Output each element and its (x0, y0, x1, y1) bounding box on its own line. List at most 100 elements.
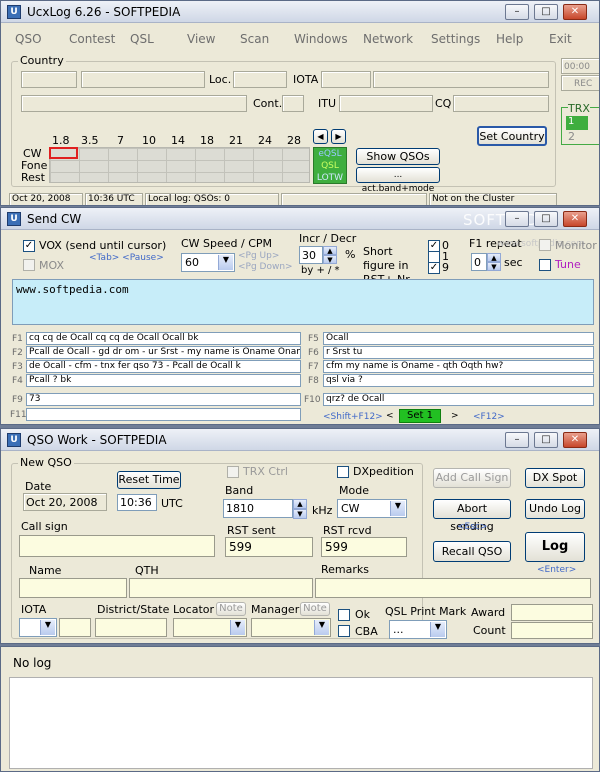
callsign-field[interactable] (19, 535, 215, 557)
band-up-button[interactable]: ▲ (293, 499, 307, 509)
f9-macro-field[interactable]: 73 (26, 393, 301, 406)
f1-repeat-down-button[interactable]: ▼ (487, 262, 501, 271)
f10-macro-field[interactable]: qrz? de Ocall (323, 393, 594, 406)
macro-set-indicator[interactable]: Set 1 (399, 409, 441, 423)
trx-ctrl-checkbox[interactable] (227, 466, 239, 478)
menu-qsl[interactable]: QSL (130, 32, 154, 46)
menu-windows[interactable]: Windows (294, 32, 348, 46)
mox-checkbox[interactable] (23, 259, 35, 271)
chevron-down-icon[interactable]: ▼ (218, 255, 233, 270)
send-cw-titlebar[interactable]: U Send CW SOFTPEDIA – □ ✕ (1, 208, 599, 230)
time-field[interactable]: 10:36 (117, 494, 157, 511)
menu-scan[interactable]: Scan (240, 32, 269, 46)
f3-macro-field[interactable]: de Ocall - cfm - tnx fer qso 73 - Pcall … (26, 360, 301, 373)
main-titlebar[interactable]: U UcxLog 6.26 - SOFTPEDIA – □ ✕ (1, 1, 599, 23)
send-cw-maximize-button[interactable]: □ (534, 211, 558, 227)
maximize-button[interactable]: □ (534, 4, 558, 20)
band-field[interactable]: 1810 (223, 499, 293, 518)
dx-spot-button[interactable]: DX Spot (525, 468, 585, 488)
undo-log-button[interactable]: Undo Log (525, 499, 585, 519)
incr-up-button[interactable]: ▲ (323, 246, 337, 255)
cw-text-area[interactable]: www.softpedia.com (12, 279, 594, 325)
iota-select[interactable]: ▼ (19, 618, 57, 637)
chevron-down-icon[interactable]: ▼ (390, 501, 405, 516)
next-band-button[interactable]: ▶ (331, 129, 346, 144)
rec-button[interactable]: REC (561, 75, 599, 91)
f7-macro-field[interactable]: cfm my name is Oname - qth Oqth hw? (323, 360, 594, 373)
incr-decr-field[interactable]: 30 (299, 246, 323, 264)
close-button[interactable]: ✕ (563, 4, 587, 20)
set-country-button[interactable]: Set Country (477, 126, 547, 146)
menu-network[interactable]: Network (363, 32, 413, 46)
manager-note-button[interactable]: Note (300, 602, 330, 616)
log-window-header: No log (1, 647, 599, 677)
ok-checkbox[interactable] (338, 609, 350, 621)
rst-sent-field[interactable]: 599 (225, 537, 313, 557)
locator-note-button[interactable]: Note (216, 602, 246, 616)
qso-work-close-button[interactable]: ✕ (563, 432, 587, 448)
f1-macro-field[interactable]: cq cq de Ocall cq cq de Ocall Ocall bk (26, 332, 301, 345)
qso-work-minimize-button[interactable]: – (505, 432, 529, 448)
add-call-sign-button[interactable]: Add Call Sign (433, 468, 511, 488)
prev-band-button[interactable]: ◀ (313, 129, 328, 144)
menu-qso[interactable]: QSO (15, 32, 42, 46)
f2-macro-field[interactable]: Pcall de Ocall - gd dr om - ur Srst - my… (26, 346, 301, 359)
menu-exit[interactable]: Exit (549, 32, 572, 46)
district-state-field[interactable] (95, 618, 167, 637)
remarks-field[interactable] (315, 578, 591, 598)
log-button[interactable]: Log (525, 532, 585, 562)
f1-repeat-up-button[interactable]: ▲ (487, 253, 501, 262)
name-field[interactable] (19, 578, 127, 598)
monitor-checkbox[interactable] (539, 239, 551, 251)
set-next-arrow[interactable]: > (451, 411, 459, 421)
send-cw-close-button[interactable]: ✕ (563, 211, 587, 227)
band-3-5-label: 3.5 (81, 134, 99, 147)
f11-macro-field[interactable] (26, 408, 301, 421)
minimize-button[interactable]: – (505, 4, 529, 20)
menu-view[interactable]: View (187, 32, 215, 46)
send-cw-minimize-button[interactable]: – (505, 211, 529, 227)
menu-help[interactable]: Help (496, 32, 523, 46)
vox-checkbox[interactable]: ✓ (23, 240, 35, 252)
f4-macro-field[interactable]: Pcall ? bk (26, 374, 301, 387)
count-field[interactable] (511, 622, 593, 639)
iota-number-field[interactable] (59, 618, 91, 637)
set-prev-arrow[interactable]: < (386, 411, 394, 421)
mode-select[interactable]: CW ▼ (337, 499, 407, 518)
band-down-button[interactable]: ▼ (293, 509, 307, 519)
abort-sending-button[interactable]: Abort sending (433, 499, 511, 533)
short-9-checkbox[interactable]: ✓ (428, 262, 440, 274)
khz-label: kHz (312, 504, 333, 517)
cba-checkbox[interactable] (338, 625, 350, 637)
f1-repeat-field[interactable]: 0 (471, 253, 487, 271)
trx1-radio[interactable]: 1 (566, 116, 588, 130)
chevron-down-icon[interactable]: ▼ (40, 620, 55, 635)
log-list-area[interactable] (9, 677, 593, 769)
award-field[interactable] (511, 604, 593, 621)
f5-macro-field[interactable]: Ocall (323, 332, 594, 345)
dxpedition-checkbox[interactable] (337, 466, 349, 478)
reset-time-button[interactable]: Reset Time (117, 471, 181, 489)
recall-qso-button[interactable]: Recall QSO (433, 541, 511, 562)
incr-down-button[interactable]: ▼ (323, 255, 337, 264)
cw-speed-select[interactable]: 60 ▼ (181, 253, 235, 272)
manager-field[interactable]: ▼ (251, 618, 331, 637)
f8-macro-field[interactable]: qsl via ? (323, 374, 594, 387)
tune-checkbox[interactable] (539, 259, 551, 271)
rst-rcvd-field[interactable]: 599 (321, 537, 407, 557)
f1-repeat-value: 0 (474, 256, 481, 269)
locator-field[interactable]: ▼ (173, 618, 247, 637)
menu-contest[interactable]: Contest (69, 32, 115, 46)
menu-settings[interactable]: Settings (431, 32, 480, 46)
chevron-down-icon[interactable]: ▼ (230, 620, 245, 635)
act-band-mode-button[interactable]: ... act.band+mode (356, 167, 440, 194)
qth-field[interactable] (129, 578, 313, 598)
show-qsos-button[interactable]: Show QSOs (356, 148, 440, 165)
chevron-down-icon[interactable]: ▼ (430, 622, 445, 637)
f6-macro-field[interactable]: r Srst tu (323, 346, 594, 359)
qso-work-titlebar[interactable]: U QSO Work - SOFTPEDIA – □ ✕ (1, 429, 599, 451)
chevron-down-icon[interactable]: ▼ (314, 620, 329, 635)
qso-work-maximize-button[interactable]: □ (534, 432, 558, 448)
qsl-print-mark-select[interactable]: ... ▼ (389, 620, 447, 639)
cba-label: CBA (355, 625, 378, 638)
